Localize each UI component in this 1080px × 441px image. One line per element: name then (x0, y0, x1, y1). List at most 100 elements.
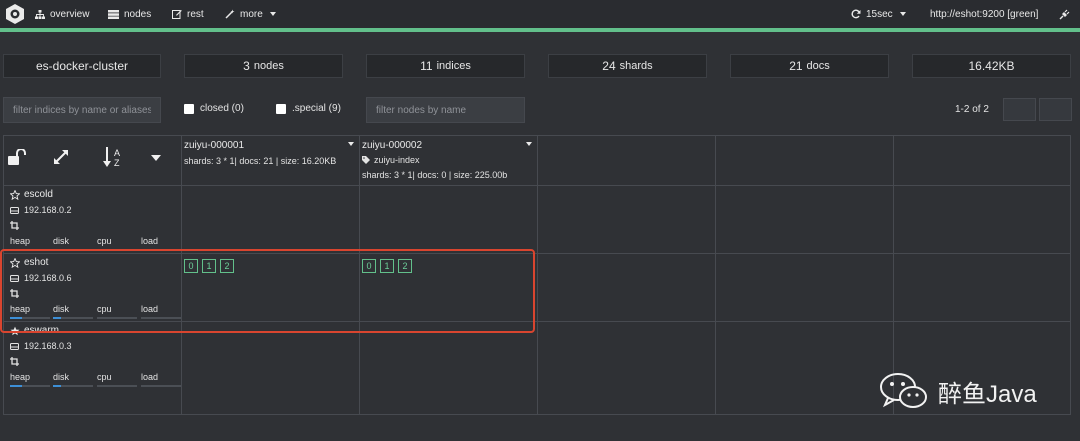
heap-label: heap (10, 304, 31, 314)
shards-count: 24 (602, 59, 616, 73)
index-alias: zuiyu-index (362, 155, 420, 165)
total-size: 16.42KB (968, 59, 1015, 73)
navbar-accent-line (0, 28, 1080, 32)
indices-count-box: 11 indices (366, 54, 525, 78)
heap-bar (10, 249, 50, 251)
cpu-label: cpu (97, 236, 112, 246)
cpu-label: cpu (97, 304, 112, 314)
node-name-link[interactable]: eshot (10, 257, 48, 268)
previous-page-button[interactable] (1003, 98, 1036, 121)
disk-bar-fill (53, 317, 61, 319)
load-label: load (141, 304, 159, 314)
shard-box[interactable]: 2 (220, 259, 234, 273)
docs-count: 21 (789, 59, 803, 73)
disk-label: disk (53, 372, 70, 382)
load-bar (141, 385, 181, 387)
watermark: 醉鱼Java (878, 372, 1037, 410)
cpu-bar (97, 385, 137, 387)
node-ip-label: 192.168.0.6 (24, 273, 72, 283)
unlock-icon[interactable] (8, 149, 30, 165)
heap-bar (10, 385, 50, 387)
filter-nodes-input[interactable] (366, 97, 525, 123)
watermark-text: 醉鱼Java (938, 380, 1037, 408)
refresh-interval-dropdown[interactable]: 15sec (851, 0, 906, 28)
hdd-icon (10, 206, 19, 214)
heap-label: heap (10, 236, 31, 246)
closed-indices-checkbox[interactable]: closed (0) (184, 103, 244, 114)
index-alias-label: zuiyu-index (374, 155, 420, 165)
nav-rest-label: rest (187, 8, 204, 20)
index-name[interactable]: zuiyu-000002 (362, 140, 422, 151)
docs-count-label: docs (806, 60, 830, 72)
nav-rest[interactable]: rest (172, 0, 204, 28)
crop-icon (10, 357, 19, 366)
load-label: load (141, 236, 159, 246)
wechat-icon (880, 373, 927, 408)
next-page-button[interactable] (1039, 98, 1072, 121)
node-ip: 192.168.0.3 (10, 341, 72, 351)
column-divider (537, 136, 538, 414)
nav-nodes-label: nodes (124, 8, 152, 20)
cluster-name-box: es-docker-cluster (3, 54, 161, 78)
checkbox-box[interactable] (184, 103, 194, 114)
cluster-connection-link[interactable]: http://eshot:9200 [green] (930, 0, 1038, 28)
hdd-icon (10, 274, 19, 282)
shards-count-label: shards (619, 60, 653, 72)
disconnect-button[interactable] (1059, 0, 1070, 28)
node-name-link[interactable]: escold (10, 189, 53, 200)
top-navbar: overview nodes rest more 15sec http://es… (0, 0, 1080, 28)
column-divider (359, 136, 360, 414)
nav-more-dropdown[interactable]: more (225, 0, 276, 28)
index-name[interactable]: zuiyu-000001 (184, 140, 244, 151)
crop-icon (10, 289, 19, 298)
filter-indices-input[interactable] (3, 97, 161, 123)
magic-wand-icon (225, 9, 235, 19)
caret-down-icon (899, 12, 906, 16)
svg-text:Z: Z (114, 158, 120, 168)
node-ip-label: 192.168.0.3 (24, 341, 72, 351)
sort-alpha-icon[interactable]: A Z (103, 146, 125, 168)
caret-down-icon[interactable] (151, 155, 161, 161)
server-icon (108, 9, 119, 19)
node-ip-label: 192.168.0.2 (24, 205, 72, 215)
edit-icon (172, 10, 182, 19)
shard-box[interactable]: 1 (202, 259, 216, 273)
cerebro-logo-icon[interactable] (5, 3, 25, 25)
disk-bar (53, 249, 93, 251)
column-divider (715, 136, 716, 414)
node-name: escold (24, 189, 53, 200)
shard-box[interactable]: 1 (380, 259, 394, 273)
tag-icon (362, 156, 370, 164)
nav-more-label: more (240, 8, 263, 20)
cluster-connection-label: http://eshot:9200 [green] (930, 8, 1039, 20)
node-row: escold 192.168.0.2 heap disk cpu load (7, 186, 181, 253)
shard-box[interactable]: 0 (362, 259, 376, 273)
sitemap-icon (35, 9, 45, 19)
nodes-count-label: nodes (253, 60, 284, 72)
load-bar (141, 317, 181, 319)
heap-bar-fill (10, 385, 22, 387)
column-divider (181, 136, 182, 414)
node-ip: 192.168.0.6 (10, 273, 72, 283)
refresh-interval-label: 15sec (866, 8, 893, 20)
shard-box[interactable]: 0 (184, 259, 198, 273)
star-outline-icon (10, 189, 20, 200)
crop-icon (10, 221, 19, 230)
nav-nodes[interactable]: nodes (108, 0, 151, 28)
shard-box[interactable]: 2 (398, 259, 412, 273)
node-ip: 192.168.0.2 (10, 205, 72, 215)
index-menu-caret-icon[interactable] (526, 142, 532, 146)
special-indices-checkbox[interactable]: .special (9) (276, 103, 341, 114)
index-meta: shards: 3 * 1| docs: 21 | size: 16.20KB (184, 156, 337, 166)
nav-overview[interactable]: overview (35, 0, 89, 28)
indices-count: 11 (420, 59, 433, 73)
shards-count-box: 24 shards (548, 54, 707, 78)
load-bar (141, 249, 181, 251)
cpu-bar (97, 317, 137, 319)
node-name-link[interactable]: eswarm (10, 325, 59, 336)
index-menu-caret-icon[interactable] (348, 142, 354, 146)
nodes-count-box: 3 nodes (184, 54, 343, 78)
expand-icon[interactable] (53, 149, 69, 165)
checkbox-box[interactable] (276, 103, 286, 114)
special-indices-label: .special (9) (292, 103, 341, 114)
